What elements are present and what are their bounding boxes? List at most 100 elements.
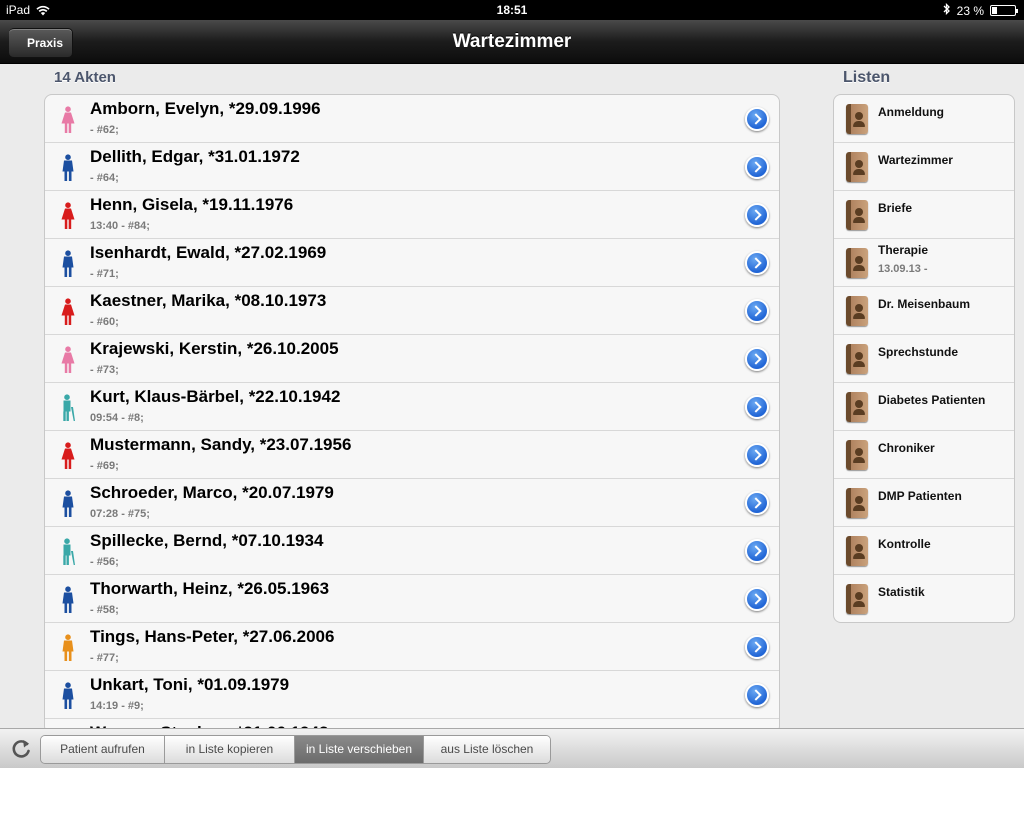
battery-icon	[990, 5, 1018, 16]
male-adult-icon	[59, 586, 77, 614]
patient-list[interactable]: Amborn, Evelyn, *29.09.1996 - #62; Dellit…	[44, 94, 780, 728]
patient-row[interactable]: Dellith, Edgar, *31.01.1972 - #64;	[45, 143, 779, 191]
patient-row[interactable]: Tings, Hans-Peter, *27.06.2006 - #77;	[45, 623, 779, 671]
address-book-icon	[846, 440, 868, 470]
list-item[interactable]: Anmeldung	[834, 95, 1014, 143]
detail-disclosure-icon[interactable]	[745, 539, 769, 563]
patient-row[interactable]: Mustermann, Sandy, *23.07.1956 - #69;	[45, 431, 779, 479]
patient-row[interactable]: Krajewski, Kerstin, *26.10.2005 - #73;	[45, 335, 779, 383]
male-adult-icon	[59, 682, 77, 710]
list-item[interactable]: Chroniker	[834, 431, 1014, 479]
address-book-icon	[846, 392, 868, 422]
list-item-subtitle: 13.09.13 -	[878, 263, 928, 275]
list-item[interactable]: Diabetes Patienten	[834, 383, 1014, 431]
list-item-label: Diabetes Patienten	[878, 393, 986, 407]
patient-name: Tings, Hans-Peter, *27.06.2006	[90, 627, 335, 646]
patient-name: Kaestner, Marika, *08.10.1973	[90, 291, 327, 310]
ipad-screen: iPad 18:51 23 % Praxis Wartezimmer 14 Ak…	[0, 0, 1024, 820]
list-item-label: DMP Patienten	[878, 489, 962, 503]
segment-button[interactable]: aus Liste löschen	[424, 736, 550, 763]
list-item-label: Chroniker	[878, 441, 935, 455]
patient-row[interactable]: Amborn, Evelyn, *29.09.1996 - #62;	[45, 95, 779, 143]
patient-row[interactable]: Kurt, Klaus-Bärbel, *22.10.1942 09:54 - #…	[45, 383, 779, 431]
list-item[interactable]: Wartezimmer	[834, 143, 1014, 191]
patient-name: Unkart, Toni, *01.09.1979	[90, 675, 290, 694]
detail-disclosure-icon[interactable]	[745, 683, 769, 707]
bluetooth-icon	[943, 2, 951, 18]
senior-icon	[59, 538, 77, 566]
patient-name: Dellith, Edgar, *31.01.1972	[90, 147, 300, 166]
female-adult-icon	[59, 202, 77, 230]
patient-row[interactable]: Thorwarth, Heinz, *26.05.1963 - #58;	[45, 575, 779, 623]
patient-row[interactable]: Spillecke, Bernd, *07.10.1934 - #56;	[45, 527, 779, 575]
patient-details: - #56;	[90, 556, 119, 568]
lists-header: Listen	[843, 69, 891, 86]
detail-disclosure-icon[interactable]	[745, 491, 769, 515]
refresh-icon[interactable]	[10, 738, 32, 760]
list-item-label: Statistik	[878, 585, 925, 599]
patient-name: Amborn, Evelyn, *29.09.1996	[90, 99, 321, 118]
patient-name: Kurt, Klaus-Bärbel, *22.10.1942	[90, 387, 341, 406]
patient-row[interactable]: Unkart, Toni, *01.09.1979 14:19 - #9;	[45, 671, 779, 719]
patient-details: 07:28 - #75;	[90, 508, 150, 520]
list-item-label: Dr. Meisenbaum	[878, 297, 971, 311]
list-item[interactable]: Statistik	[834, 575, 1014, 622]
detail-disclosure-icon[interactable]	[745, 107, 769, 131]
detail-disclosure-icon[interactable]	[745, 203, 769, 227]
list-item[interactable]: Sprechstunde	[834, 335, 1014, 383]
segment-button[interactable]: in Liste verschieben	[295, 736, 424, 763]
page-title: Wartezimmer	[452, 31, 572, 52]
patient-name: Schroeder, Marco, *20.07.1979	[90, 483, 334, 502]
patient-details: 14:19 - #9;	[90, 700, 144, 712]
main-content: 14 Akten Listen Amborn, Evelyn, *29.09.1…	[0, 64, 1024, 728]
detail-disclosure-icon[interactable]	[745, 635, 769, 659]
battery-level	[992, 7, 997, 14]
detail-disclosure-icon[interactable]	[745, 395, 769, 419]
detail-disclosure-icon[interactable]	[745, 155, 769, 179]
address-book-icon	[846, 584, 868, 614]
segment-button[interactable]: in Liste kopieren	[165, 736, 295, 763]
detail-disclosure-icon[interactable]	[745, 347, 769, 371]
list-item[interactable]: Dr. Meisenbaum	[834, 287, 1014, 335]
detail-disclosure-icon[interactable]	[745, 587, 769, 611]
patient-details: - #71;	[90, 268, 119, 280]
detail-disclosure-icon[interactable]	[745, 443, 769, 467]
list-item[interactable]: Briefe	[834, 191, 1014, 239]
list-item[interactable]: Kontrolle	[834, 527, 1014, 575]
detail-disclosure-icon[interactable]	[745, 299, 769, 323]
patient-row[interactable]: Henn, Gisela, *19.11.1976 13:40 - #84;	[45, 191, 779, 239]
patient-row[interactable]: Wagner, Stephan, *21.06.1943	[45, 719, 779, 728]
address-book-icon	[846, 488, 868, 518]
patient-name: Krajewski, Kerstin, *26.10.2005	[90, 339, 339, 358]
patient-row[interactable]: Kaestner, Marika, *08.10.1973 - #60;	[45, 287, 779, 335]
list-item-label: Therapie	[878, 243, 929, 257]
patient-name: Mustermann, Sandy, *23.07.1956	[90, 435, 352, 454]
address-book-icon	[846, 104, 868, 134]
male-child-icon	[59, 634, 77, 662]
female-adult-icon	[59, 298, 77, 326]
records-count-header: 14 Akten	[54, 69, 116, 86]
patient-details: - #58;	[90, 604, 119, 616]
patient-name: Isenhardt, Ewald, *27.02.1969	[90, 243, 327, 262]
navigation-bar: Praxis Wartezimmer	[0, 20, 1024, 64]
address-book-icon	[846, 296, 868, 326]
patient-row[interactable]: Schroeder, Marco, *20.07.1979 07:28 - #75…	[45, 479, 779, 527]
female-adult-icon	[59, 442, 77, 470]
patient-row[interactable]: Isenhardt, Ewald, *27.02.1969 - #71;	[45, 239, 779, 287]
male-adult-icon	[59, 250, 77, 278]
battery-percent: 23 %	[956, 3, 984, 18]
senior-icon	[59, 394, 77, 422]
address-book-icon	[846, 152, 868, 182]
patient-name: Thorwarth, Heinz, *26.05.1963	[90, 579, 330, 598]
list-item[interactable]: Therapie 13.09.13 -	[834, 239, 1014, 287]
lists-panel[interactable]: Anmeldung Wartezimmer Briefe Therapie 13.09.…	[833, 94, 1015, 623]
detail-disclosure-icon[interactable]	[745, 251, 769, 275]
patient-details: - #64;	[90, 172, 119, 184]
address-book-icon	[846, 248, 868, 278]
list-item[interactable]: DMP Patienten	[834, 479, 1014, 527]
clock: 18:51	[496, 3, 528, 17]
segment-button[interactable]: Patient aufrufen	[41, 736, 165, 763]
action-segmented-control: Patient aufrufen in Liste kopieren in List…	[40, 735, 551, 764]
patient-details: - #69;	[90, 460, 119, 472]
list-item-label: Wartezimmer	[878, 153, 953, 167]
